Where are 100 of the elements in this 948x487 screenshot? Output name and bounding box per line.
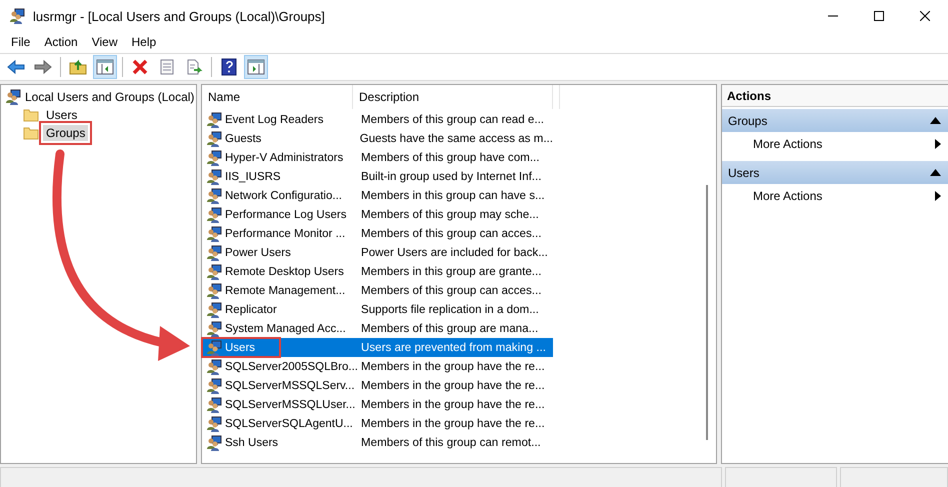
section-header[interactable]: Users	[722, 161, 948, 184]
group-icon	[206, 358, 222, 374]
column-header[interactable]: Name	[202, 85, 353, 109]
table-row[interactable]: Remote Management... Members of this group can acces...	[202, 281, 553, 300]
table-row[interactable]: IIS_IUSRS Built-in group used by Internet Inf...	[202, 167, 553, 186]
close-icon[interactable]	[920, 11, 930, 21]
tree-item[interactable]: Local Users and Groups (Local)	[25, 90, 194, 104]
group-icon	[5, 89, 21, 105]
group-icon	[206, 302, 222, 318]
table-cell-text: Members in this group can have s...	[360, 189, 545, 202]
table-row[interactable]: Event Log Readers Members of this group can read e...	[202, 110, 553, 129]
table-row[interactable]: Power Users Power Users are included for back...	[202, 243, 553, 262]
forward-icon[interactable]	[34, 59, 52, 75]
table-cell: Ssh Users	[225, 436, 278, 448]
table-row[interactable]: Hyper-V Administrators Members of this group have com...	[202, 148, 553, 167]
table-row[interactable]: Guests Guests have the same access as m...	[202, 129, 553, 148]
table-cell: Users	[225, 342, 256, 354]
app-icon	[8, 8, 26, 24]
table-cell: Power Users	[225, 246, 291, 258]
group-icon	[206, 112, 222, 128]
table-cell-text: Members of this group can acces...	[360, 227, 542, 240]
table-cell: Hyper-V Administrators	[225, 152, 344, 164]
table-cell: Remote Management...	[225, 284, 346, 296]
table-cell: System Managed Acc...	[225, 322, 346, 334]
table-cell: SQLServerSQLAgentU...	[225, 418, 353, 430]
folder-icon	[23, 108, 39, 122]
table-cell: SQLServer2005SQLBro...	[225, 360, 358, 372]
menu-item[interactable]: View	[84, 32, 124, 53]
submenu-arrow-icon	[935, 190, 941, 200]
menu-item[interactable]: Help	[124, 32, 164, 53]
tree-item[interactable]: Users	[43, 107, 80, 123]
table-cell-text: Members of this group can acces...	[360, 284, 542, 297]
collapse-icon[interactable]	[930, 169, 941, 176]
export-list-icon[interactable]	[185, 59, 203, 75]
group-icon	[206, 378, 222, 394]
action-pane-icon[interactable]	[247, 59, 265, 75]
table-cell: SQLServerMSSQLServ...	[225, 380, 355, 392]
group-icon	[206, 130, 222, 146]
table-row[interactable]: Network Configuratio... Members in this group can have s...	[202, 186, 553, 205]
table-cell-text: Built-in group used by Internet Inf...	[360, 170, 542, 183]
table-row[interactable]: Users Users are prevented from making ...	[202, 338, 553, 357]
help-icon[interactable]	[220, 58, 238, 76]
table-cell-text: Members of this group may sche...	[360, 208, 539, 221]
table-cell-text: Power Users are included for back...	[360, 246, 548, 259]
section-header[interactable]: Groups	[722, 109, 948, 132]
table-cell: Remote Desktop Users	[225, 266, 344, 278]
group-icon	[206, 244, 222, 260]
submenu-arrow-icon	[935, 138, 941, 148]
table-cell: Replicator	[225, 304, 277, 316]
action-item[interactable]: More Actions	[722, 184, 948, 207]
table-cell-text: Members in the group have the re...	[360, 379, 545, 392]
table-row[interactable]: System Managed Acc... Members of this group are mana...	[202, 319, 553, 338]
group-icon	[206, 168, 222, 184]
delete-icon[interactable]	[131, 59, 149, 75]
table-row[interactable]: Remote Desktop Users Members in this group are grante...	[202, 262, 553, 281]
table-cell-text: Members of this group have com...	[360, 151, 540, 164]
table-cell: Event Log Readers	[225, 114, 324, 126]
group-icon	[206, 396, 222, 412]
table-cell: Guests	[225, 132, 262, 144]
tree-item[interactable]: Groups	[43, 125, 88, 141]
group-icon	[206, 264, 222, 280]
table-cell-text: Members of this group can read e...	[360, 113, 544, 126]
table-row[interactable]: SQLServerSQLAgentU... Members in the group have the re...	[202, 414, 553, 433]
menu-item[interactable]: Action	[37, 32, 85, 53]
back-icon[interactable]	[7, 59, 25, 75]
group-icon	[206, 434, 222, 450]
folder-icon	[23, 126, 39, 140]
table-row[interactable]: Performance Log Users Members of this group may sche...	[202, 205, 553, 224]
folder-up-icon[interactable]	[69, 59, 87, 75]
table-row[interactable]: SQLServerMSSQLServ... Members in the group have the re...	[202, 376, 553, 395]
maximize-icon[interactable]	[874, 11, 884, 21]
table-cell: Performance Log Users	[225, 208, 346, 220]
group-icon	[206, 416, 222, 432]
table-cell-text: Members in the group have the re...	[360, 417, 545, 430]
group-icon	[206, 340, 222, 356]
table-cell: Network Configuratio...	[225, 190, 342, 202]
table-cell-text: Members of this group can remot...	[360, 436, 541, 449]
table-row[interactable]: Replicator Supports file replication in a dom...	[202, 300, 553, 319]
group-icon	[206, 206, 222, 222]
scrollbar[interactable]	[706, 185, 708, 440]
table-row[interactable]: SQLServerMSSQLUser... Members in the group have the re...	[202, 395, 553, 414]
table-cell: Performance Monitor ...	[225, 228, 346, 240]
group-icon	[206, 150, 222, 166]
table-cell: IIS_IUSRS	[225, 170, 281, 182]
table-cell-text: Members in the group have the re...	[360, 360, 545, 373]
group-icon	[206, 282, 222, 298]
console-tree-icon[interactable]	[96, 59, 114, 75]
window-title: lusrmgr - [Local Users and Groups (Local)\Groups]	[33, 8, 325, 24]
action-item[interactable]: More Actions	[722, 132, 948, 155]
table-cell-text: Members in the group have the re...	[360, 398, 545, 411]
properties-icon[interactable]	[158, 59, 176, 75]
table-cell-text: Users are prevented from making ...	[360, 341, 546, 354]
collapse-icon[interactable]	[930, 117, 941, 124]
table-cell-text: Members in this group are grante...	[360, 265, 542, 278]
table-row[interactable]: Ssh Users Members of this group can remot...	[202, 433, 553, 452]
table-row[interactable]: SQLServer2005SQLBro... Members in the group have the re...	[202, 357, 553, 376]
menu-item[interactable]: File	[4, 32, 38, 53]
table-row[interactable]: Performance Monitor ... Members of this group can acces...	[202, 224, 553, 243]
column-header[interactable]: Description	[353, 85, 553, 109]
group-icon	[206, 320, 222, 336]
